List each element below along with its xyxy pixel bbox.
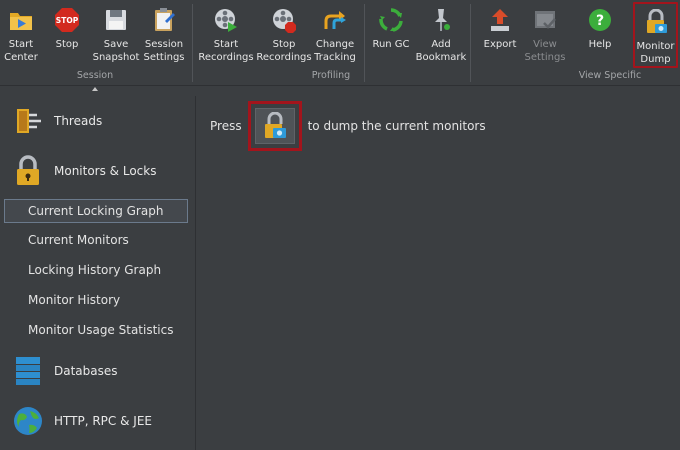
sidebar-category-databases[interactable]: Databases	[0, 351, 196, 391]
help-icon: ?	[586, 6, 614, 34]
clipboard-settings-icon	[150, 6, 178, 34]
film-reel-stop-icon	[270, 6, 298, 34]
floppy-disk-icon	[102, 6, 130, 34]
padlock-icon	[17, 155, 39, 185]
monitor-dump-button[interactable]: Monitor Dump	[633, 2, 678, 68]
save-snapshot-button[interactable]: Save Snapshot	[93, 2, 139, 68]
stop-sign-icon: STOP	[53, 6, 81, 34]
main-content: Press to dump the current monitors	[197, 96, 680, 450]
toolbar: Start Center STOP Stop Save Snapshot Ses…	[0, 0, 680, 86]
start-center-button[interactable]: Start Center	[2, 2, 40, 68]
change-tracking-button[interactable]: Change Tracking	[314, 2, 356, 68]
export-button[interactable]: Export	[480, 2, 520, 68]
svg-text:STOP: STOP	[56, 16, 79, 25]
hint-prefix: Press	[210, 119, 242, 133]
svg-text:?: ?	[596, 13, 604, 29]
sidebar-item-locking-history-graph[interactable]: Locking History Graph	[4, 259, 188, 283]
group-label-session: Session	[76, 70, 114, 81]
run-gc-button[interactable]: Run GC	[370, 2, 412, 68]
start-recordings-button[interactable]: Start Recordings	[198, 2, 254, 68]
film-reel-play-icon	[212, 6, 240, 34]
view-settings-button[interactable]: View Settings	[524, 2, 566, 68]
sidebar-category-monitors-locks[interactable]: Monitors & Locks	[0, 151, 196, 191]
group-label-profiling: Profiling	[311, 70, 351, 81]
view-settings-icon	[531, 6, 559, 34]
hint-suffix: to dump the current monitors	[307, 119, 486, 133]
dump-hint: Press to dump the current monitors	[210, 101, 486, 151]
lock-camera-icon	[642, 8, 670, 36]
recycle-icon	[377, 6, 405, 34]
toolbar-separator	[470, 4, 471, 82]
stop-recordings-button[interactable]: Stop Recordings	[256, 2, 312, 68]
split-arrow-icon	[321, 6, 349, 34]
export-arrow-icon	[486, 6, 514, 34]
database-icon	[16, 357, 40, 385]
sidebar-category-threads[interactable]: Threads	[0, 101, 196, 141]
sidebar-item-current-monitors[interactable]: Current Monitors	[4, 229, 188, 253]
stop-button[interactable]: STOP Stop	[48, 2, 86, 68]
group-label-view-specific: View Specific	[578, 70, 642, 81]
globe-icon	[14, 407, 42, 435]
add-bookmark-button[interactable]: Add Bookmark	[416, 2, 466, 68]
sidebar-item-current-locking-graph[interactable]: Current Locking Graph	[4, 199, 188, 223]
sidebar-item-monitor-history[interactable]: Monitor History	[4, 289, 188, 313]
lock-camera-icon	[264, 112, 286, 138]
threads-icon	[17, 109, 41, 133]
bookmark-pin-icon	[427, 6, 455, 34]
session-settings-button[interactable]: Session Settings	[144, 2, 185, 68]
sidebar-item-monitor-usage-statistics[interactable]: Monitor Usage Statistics	[4, 319, 188, 343]
sidebar-category-http-rpc-jee[interactable]: HTTP, RPC & JEE	[0, 401, 196, 441]
folder-play-icon	[7, 6, 35, 34]
inline-monitor-dump-button[interactable]	[247, 101, 302, 151]
collapse-arrow-icon[interactable]	[92, 87, 98, 91]
sidebar: Threads Monitors & Locks Current Locking…	[0, 96, 196, 450]
help-button[interactable]: ? Help	[582, 2, 618, 68]
